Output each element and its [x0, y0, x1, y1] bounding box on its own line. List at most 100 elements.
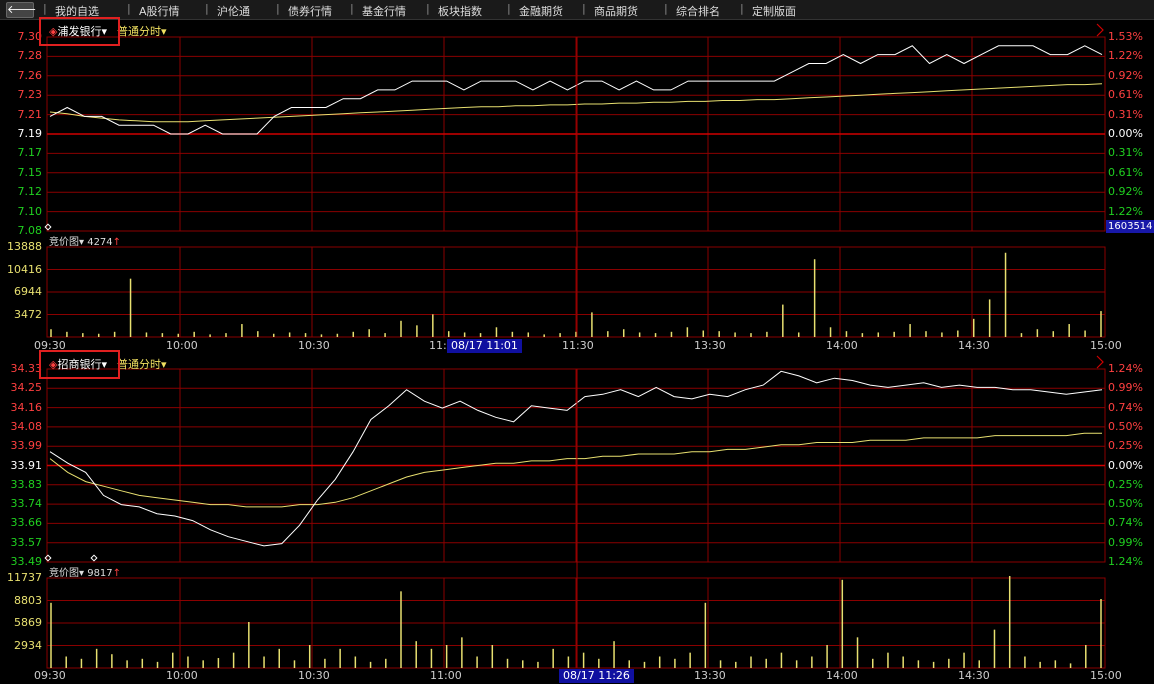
percent-axis-label: 0.74% [1108, 516, 1143, 530]
event-marker [90, 554, 98, 562]
volume-value: 4274 [87, 237, 113, 248]
menu-separator: | [582, 2, 586, 15]
menu-item-3[interactable]: 债券行情 [288, 3, 332, 19]
time-axis-label: 10:30 [298, 339, 330, 352]
menu-separator: | [740, 2, 744, 15]
menu-item-4[interactable]: 基金行情 [362, 3, 406, 19]
price-axis-label: 7.19 [17, 127, 43, 140]
time-axis-label: 14:00 [826, 669, 858, 682]
price-axis-label: 33.83 [10, 477, 43, 491]
event-marker [44, 223, 52, 231]
time-axis-label: 15:00 [1090, 669, 1122, 682]
percent-axis-label: 0.31% [1108, 146, 1143, 160]
volume-title[interactable]: 竞价图▾ 9817↑ [49, 564, 121, 579]
time-axis-label: 11: [429, 339, 447, 352]
menu-separator: | [276, 2, 280, 15]
menu-item-1[interactable]: A股行情 [139, 3, 180, 19]
back-button[interactable]: 🡐 [6, 2, 37, 18]
highlight-box [39, 17, 120, 46]
intraday-chart-area[interactable] [0, 20, 1154, 684]
up-arrow-icon: ↑ [112, 237, 122, 248]
volume-title-text: 竞价图 [49, 568, 79, 579]
event-marker [44, 554, 52, 562]
time-axis-label: 11:00 [430, 669, 462, 682]
mode-name: 普通分时 [117, 25, 161, 38]
volume-axis-label: 3472 [14, 307, 42, 321]
price-axis-label: 7.28 [17, 49, 43, 63]
time-axis-label: 10:30 [298, 669, 330, 682]
time-axis-label: 11:30 [562, 339, 594, 352]
menu-item-7[interactable]: 商品期货 [594, 3, 638, 19]
price-axis-label: 33.49 [10, 555, 43, 568]
up-arrow-icon: ↑ [112, 568, 122, 579]
percent-axis-label: 1.22% [1108, 204, 1143, 218]
menu-item-2[interactable]: 沪伦通 [217, 3, 250, 19]
price-axis-label: 33.57 [10, 535, 43, 549]
percent-axis-label: 0.00% [1108, 127, 1143, 140]
menu-separator: | [205, 2, 209, 15]
dropdown-icon: ▾ [161, 358, 167, 371]
time-axis-label: 10:00 [166, 339, 198, 352]
menu-item-6[interactable]: 金融期货 [519, 3, 563, 19]
price-axis-label: 7.08 [17, 224, 43, 237]
time-axis-label: 09:30 [34, 669, 66, 682]
stock-code-tag: 1603514 [1106, 220, 1154, 233]
price-axis-label: 7.21 [17, 107, 43, 121]
price-axis-label: 7.10 [17, 204, 43, 218]
price-axis-label: 34.08 [10, 419, 43, 433]
menu-item-8[interactable]: 综合排名 [676, 3, 720, 19]
price-axis-label: 34.25 [10, 381, 43, 395]
volume-axis-label: 2934 [14, 638, 42, 652]
time-axis-label: 14:30 [958, 669, 990, 682]
cursor-time-label: 08/17 11:01 [447, 339, 522, 353]
price-axis-label: 7.23 [17, 88, 43, 102]
time-axis-label: 14:30 [958, 339, 990, 352]
menu-item-5[interactable]: 板块指数 [438, 3, 482, 19]
percent-axis-label: 0.92% [1108, 185, 1143, 199]
percent-axis-label: 0.99% [1108, 535, 1143, 549]
expand-arrow-icon [1096, 355, 1104, 369]
price-axis-label: 33.66 [10, 516, 43, 530]
time-axis-label: 10:00 [166, 669, 198, 682]
percent-axis-label: 1.24% [1108, 555, 1143, 568]
volume-axis-label: 8803 [14, 593, 42, 607]
expand-arrow-icon [1096, 23, 1104, 37]
volume-value: 9817 [87, 568, 113, 579]
percent-axis-label: 0.74% [1108, 400, 1143, 414]
cursor-time-label: 08/17 11:26 [559, 669, 634, 683]
percent-axis-label: 0.61% [1108, 88, 1143, 102]
price-axis-label: 7.30 [17, 30, 43, 43]
volume-axis-label: 11737 [7, 571, 42, 584]
price-axis-label: 33.91 [10, 458, 43, 472]
price-axis-label: 33.74 [10, 497, 43, 511]
mode-selector[interactable]: 普通分时▾ [117, 356, 167, 372]
mode-name: 普通分时 [117, 358, 161, 371]
price-axis-label: 34.16 [10, 400, 43, 414]
dropdown-icon: ▾ [79, 568, 88, 579]
volume-axis-label: 6944 [14, 285, 42, 298]
percent-axis-label: 0.99% [1108, 381, 1143, 395]
percent-axis-label: 0.50% [1108, 497, 1143, 511]
menu-separator: | [127, 2, 131, 15]
time-axis-label: 09:30 [34, 339, 66, 352]
volume-axis-label: 13888 [7, 240, 42, 253]
percent-axis-label: 0.25% [1108, 477, 1143, 491]
time-axis-label: 15:00 [1090, 339, 1122, 352]
price-axis-label: 33.99 [10, 439, 43, 453]
percent-axis-label: 0.00% [1108, 458, 1143, 472]
mode-selector[interactable]: 普通分时▾ [117, 23, 167, 39]
menu-separator: | [426, 2, 430, 15]
volume-axis-label: 10416 [7, 262, 42, 276]
time-axis-label: 14:00 [826, 339, 858, 352]
price-axis-label: 7.15 [17, 165, 43, 179]
volume-title-text: 竞价图 [49, 237, 79, 248]
menu-separator: | [664, 2, 668, 15]
volume-title[interactable]: 竞价图▾ 4274↑ [49, 233, 121, 248]
price-axis-label: 7.26 [17, 68, 43, 82]
menu-item-9[interactable]: 定制版面 [752, 3, 796, 19]
time-axis-label: 13:30 [694, 669, 726, 682]
price-axis-label: 7.17 [17, 146, 43, 160]
percent-axis-label: 1.53% [1108, 30, 1143, 43]
percent-axis-label: 1.24% [1108, 362, 1143, 375]
percent-axis-label: 0.50% [1108, 419, 1143, 433]
